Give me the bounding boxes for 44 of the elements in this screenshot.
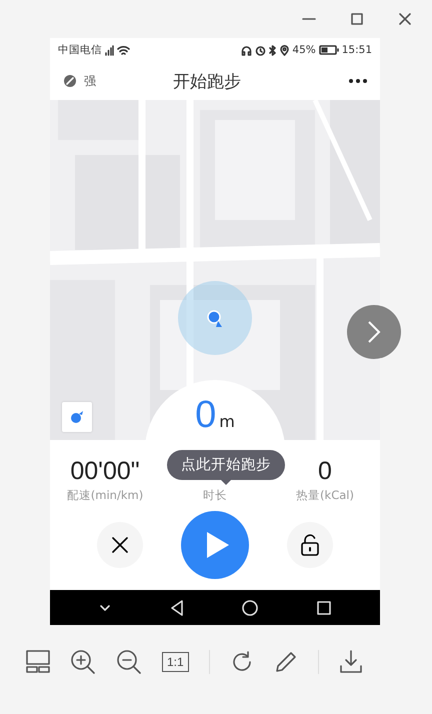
bluetooth-icon <box>269 44 278 56</box>
stat-value: 0 <box>318 456 332 486</box>
location-marker <box>207 310 223 328</box>
page-title: 开始跑步 <box>172 70 242 92</box>
tooltip-pointer-icon <box>221 480 231 485</box>
signal-strength-label: 强 <box>84 72 96 90</box>
battery-percent: 45% <box>292 44 316 56</box>
locate-icon <box>70 410 84 424</box>
maximize-icon[interactable] <box>350 12 364 26</box>
more-icon[interactable] <box>348 78 368 84</box>
layout-icon[interactable] <box>26 650 50 674</box>
headphone-icon <box>241 44 252 56</box>
recents-icon[interactable] <box>316 600 331 614</box>
next-button[interactable] <box>347 305 401 359</box>
stat-value: 00'00" <box>70 456 140 486</box>
close-icon[interactable] <box>398 12 412 26</box>
wifi-icon <box>117 44 130 56</box>
unlock-icon <box>300 534 320 556</box>
stop-button[interactable] <box>97 522 143 568</box>
chevron-right-icon <box>367 320 381 344</box>
stat-label: 热量(kCal) <box>296 488 354 503</box>
zoom-in-icon[interactable] <box>70 649 96 675</box>
location-icon <box>280 44 290 56</box>
locate-button[interactable] <box>62 402 92 432</box>
zoom-out-icon[interactable] <box>116 649 142 675</box>
stat-label: 时长 <box>203 488 227 503</box>
lock-button[interactable] <box>287 522 333 568</box>
actual-size-button[interactable]: 1:1 <box>162 652 189 672</box>
battery-icon <box>318 45 339 55</box>
close-icon <box>110 535 130 555</box>
home-icon[interactable] <box>242 600 258 616</box>
clock-time: 15:51 <box>342 44 372 56</box>
alarm-icon <box>255 44 266 56</box>
signal-icon <box>105 44 114 56</box>
carrier-label: 中国电信 <box>58 43 102 57</box>
hint-tooltip: 点此开始跑步 <box>167 450 285 480</box>
chevron-down-icon[interactable] <box>99 604 112 612</box>
distance-unit: m <box>219 412 235 431</box>
back-icon[interactable] <box>170 600 184 616</box>
stat-label: 配速(min/km) <box>66 488 144 503</box>
pencil-icon[interactable] <box>274 650 298 674</box>
download-icon[interactable] <box>338 650 363 674</box>
distance-value: 0 <box>195 394 216 437</box>
play-icon <box>206 531 230 559</box>
